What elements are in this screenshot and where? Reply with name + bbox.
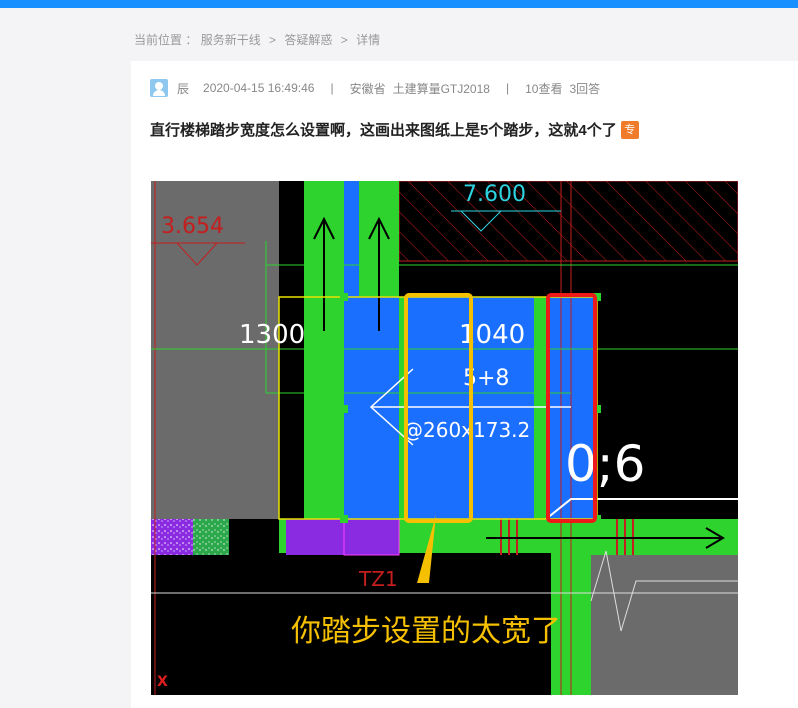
dimension-left: 1300	[239, 320, 305, 350]
breadcrumb-separator: >	[340, 33, 348, 47]
question-image[interactable]: 3.654 7.600 1300 1040 5+8 @260x173.2 0;6…	[151, 181, 738, 695]
beam-label: TZ1	[358, 567, 398, 591]
breadcrumb-separator: >	[269, 33, 277, 47]
post-datetime: 2020-04-15 16:49:46	[203, 81, 315, 95]
post-region: 安徽省	[349, 81, 386, 96]
spacing-note: @260x173.2	[403, 418, 530, 442]
expert-badge: 专	[620, 120, 639, 139]
answer-count: 3回答	[569, 81, 601, 96]
breadcrumb-label: 当前位置 ：	[134, 33, 198, 47]
question-title-text: 直行楼梯踏步宽度怎么设置啊，这画出来图纸上是5个踏步，这就4个了	[150, 122, 617, 139]
elevation-top-label: 7.600	[463, 182, 526, 207]
breadcrumb-item-detail: 详情	[356, 33, 381, 47]
breadcrumb-item-qa[interactable]: 答疑解惑	[284, 31, 332, 48]
dimension-right: 1040	[459, 320, 525, 350]
meta-divider: |	[505, 81, 510, 95]
question-card: 辰 2020-04-15 16:49:46 | 安徽省 土建算量GTJ2018 …	[131, 61, 798, 708]
post-meta: 辰 2020-04-15 16:49:46 | 安徽省 土建算量GTJ2018 …	[150, 79, 600, 97]
avatar[interactable]	[150, 79, 168, 97]
axis-x-label: X	[157, 674, 168, 690]
annotation-text: 你踏步设置的太宽了	[291, 614, 561, 649]
elevation-left-label: 3.654	[161, 214, 224, 239]
cad-drawing: 3.654 7.600 1300 1040 5+8 @260x173.2 0;6…	[151, 181, 738, 695]
meta-divider: |	[330, 81, 334, 95]
author-name[interactable]: 辰	[177, 80, 189, 97]
top-accent-bar	[0, 0, 798, 8]
breadcrumb-item-service[interactable]: 服务新干线	[201, 31, 261, 48]
breadcrumb: 当前位置 ： 服务新干线 > 答疑解惑 > 详情	[134, 31, 380, 48]
big-label: 0;6	[565, 435, 645, 493]
post-software: 土建算量GTJ2018	[392, 81, 490, 96]
question-title: 直行楼梯踏步宽度怎么设置啊，这画出来图纸上是5个踏步，这就4个了 专	[150, 119, 639, 140]
view-count: 10查看	[525, 81, 563, 96]
